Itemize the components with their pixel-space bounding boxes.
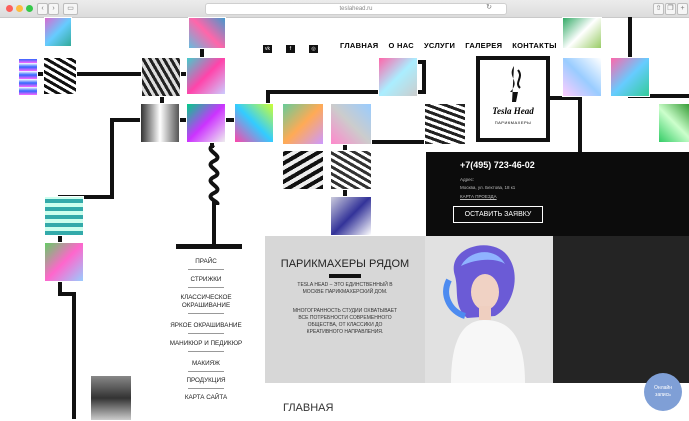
menu-item-sitemap[interactable]: КАРТА САЙТА [150,394,262,402]
photo-tile[interactable] [186,57,226,95]
main-nav: ГЛАВНАЯ О НАС УСЛУГИ ГАЛЕРЕЯ КОНТАКТЫ [340,41,557,50]
logo-text-head: Head [513,106,534,116]
nav-item-services[interactable]: УСЛУГИ [424,41,455,50]
phone-number[interactable]: +7(495) 723-46-02 [460,160,535,170]
promo-photo [425,236,553,383]
minimize-window-icon[interactable] [16,5,23,12]
photo-tile[interactable] [141,57,181,97]
photo-tile[interactable] [188,17,226,49]
photo-tile[interactable] [90,375,132,421]
facebook-icon[interactable]: f [286,45,295,53]
logo-subtext: ПАРИКМАХЕРЫ [494,120,532,125]
promo-text-2c: ОБЩЕСТВА, ОТ КЛАССИКИ ДО [307,322,383,328]
menu-divider [188,371,224,372]
new-tab-icon[interactable]: + [677,3,688,15]
spring-coil [208,145,220,205]
close-window-icon[interactable] [6,5,13,12]
menu-item-classic-coloring-1[interactable]: КЛАССИЧЕСКОЕ [150,294,262,302]
photo-tile[interactable] [140,103,180,143]
order-button[interactable]: ОСТАВИТЬ ЗАЯВКУ [453,206,543,223]
maximize-window-icon[interactable] [26,5,33,12]
menu-item-manicure[interactable]: МАНИКЮР И ПЕДИКЮР [150,340,262,348]
photo-tile[interactable] [282,103,324,145]
promo-text-1b: МОСКВЕ ПАРИКМАХЕРСКИЙ ДОМ. [302,289,388,295]
address-label: Адрес: [460,177,475,182]
sidebar-icon[interactable]: ▭ [63,3,78,15]
promo-text-2d: КРЕАТИВНОГО НАПРАВЛЕНИЯ. [306,329,384,335]
reload-icon[interactable]: ↻ [484,3,494,13]
nav-item-gallery[interactable]: ГАЛЕРЕЯ [465,41,502,50]
share-icon[interactable]: ⇧ [653,3,664,15]
photo-tile[interactable] [18,58,38,96]
vk-icon[interactable]: vk [263,45,272,53]
photo-tile[interactable] [424,103,466,145]
photo-tile[interactable] [330,196,372,236]
url-text: teslahead.ru [339,6,373,12]
forward-icon[interactable]: › [48,3,59,15]
photo-tile[interactable] [562,57,602,97]
promo-text-2a: МНОГОГРАННОСТЬ СТУДИИ ОХВАТЫВАЕТ [292,308,398,314]
tabs-icon[interactable]: ❐ [665,3,676,15]
menu-item-makeup[interactable]: МАКИЯЖ [150,360,262,368]
photo-tile[interactable] [610,57,650,97]
logo-text-tesla: Tesla [492,106,512,116]
menu-divider [188,269,224,270]
nav-item-home[interactable]: ГЛАВНАЯ [340,41,378,50]
promo-title: ПАРИКМАХЕРЫ РЯДОМ [280,258,410,270]
chat-line-2: запись [655,392,671,398]
photo-tile[interactable] [234,103,274,143]
menu-item-haircuts[interactable]: СТРИЖКИ [150,276,262,284]
menu-item-products[interactable]: ПРОДУКЦИЯ [150,377,262,385]
instagram-icon[interactable]: ◎ [309,45,318,53]
menu-divider [188,333,224,334]
photo-tile[interactable] [43,57,77,95]
photo-tile[interactable] [282,150,324,190]
photo-tile[interactable] [562,17,602,49]
photo-tile[interactable] [330,103,372,145]
photo-tile[interactable] [44,196,84,236]
photo-tile[interactable] [186,103,226,143]
promo-underline [329,274,361,278]
model-photo-image [443,245,525,383]
contact-panel: +7(495) 723-46-02 Адрес: Москва, ул. Бех… [426,152,689,236]
menu-divider [188,313,224,314]
logo[interactable]: Tesla Head ПАРИКМАХЕРЫ [476,56,550,142]
promo-text-1a: TESLA HEAD – ЭТО ЕДИНСТВЕННЫЙ В [297,282,393,288]
nav-item-contacts[interactable]: КОНТАКТЫ [512,41,556,50]
address-text: Москва, ул. Бехтова, 18 к1 [460,185,516,190]
menu-divider [188,351,224,352]
dark-panel [553,236,689,383]
menu-divider [188,287,224,288]
menu-divider [188,388,224,389]
photo-tile[interactable] [658,103,689,143]
logo-flame-icon [510,66,521,102]
section-heading: ГЛАВНАЯ [283,402,334,414]
online-booking-button[interactable]: Онлайн запись [644,373,682,411]
menu-item-bright-coloring[interactable]: ЯРКОЕ ОКРАШИВАНИЕ [150,322,262,330]
menu-item-classic-coloring-2[interactable]: ОКРАШИВАНИЕ [150,302,262,310]
nav-item-about[interactable]: О НАС [388,41,413,50]
map-link[interactable]: КАРТА ПРОЕЗДА [460,194,497,199]
photo-tile[interactable] [378,57,418,97]
promo-panel: ПАРИКМАХЕРЫ РЯДОМ TESLA HEAD – ЭТО ЕДИНС… [265,236,425,383]
chat-line-1: Онлайн [654,385,672,391]
back-icon[interactable]: ‹ [37,3,48,15]
promo-text-2b: ВСЕ ПОТРЕБНОСТИ СОВРЕМЕННОГО [298,315,392,321]
browser-toolbar: ‹ › ▭ teslahead.ru ↻ ⇧ ❐ + [0,0,689,18]
photo-tile[interactable] [44,17,72,47]
photo-tile[interactable] [330,150,372,190]
menu-item-price[interactable]: ПРАЙС [150,258,262,266]
address-bar[interactable]: teslahead.ru [205,3,507,15]
photo-tile[interactable] [44,242,84,282]
